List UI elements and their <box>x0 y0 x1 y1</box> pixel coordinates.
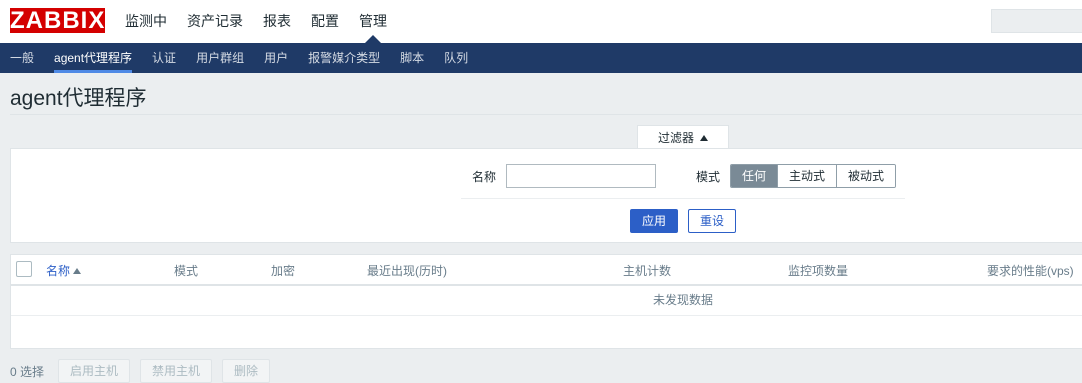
mode-label: 模式 <box>696 170 721 184</box>
mode-option-passive[interactable]: 被动式 <box>836 165 896 187</box>
main-nav-inventory[interactable]: 资产记录 <box>177 0 253 43</box>
main-nav-configuration[interactable]: 配置 <box>301 0 349 43</box>
filter-divider <box>461 198 905 199</box>
disable-hosts-button[interactable]: 禁用主机 <box>140 359 213 383</box>
collapse-up-icon <box>700 135 708 141</box>
column-header-item-count: 监控项数量 <box>788 264 849 278</box>
main-nav-monitoring[interactable]: 监测中 <box>115 0 177 43</box>
sub-nav-queue[interactable]: 队列 <box>434 43 478 73</box>
sub-nav-proxies[interactable]: agent代理程序 <box>44 43 142 73</box>
sub-nav-general[interactable]: 一般 <box>0 43 44 73</box>
active-caret-icon <box>365 35 381 43</box>
mode-selector: 任何 主动式 被动式 <box>730 164 897 188</box>
sub-nav-authentication[interactable]: 认证 <box>142 43 186 73</box>
sub-nav-media-types[interactable]: 报警媒介类型 <box>298 43 390 73</box>
main-nav-label: 资产记录 <box>187 13 243 29</box>
main-nav-administration[interactable]: 管理 <box>349 0 397 43</box>
main-nav-label: 管理 <box>359 13 387 29</box>
main-nav-label: 报表 <box>263 13 291 29</box>
column-header-host-count: 主机计数 <box>623 264 672 278</box>
row-divider <box>11 315 1082 316</box>
select-all-checkbox[interactable] <box>16 261 32 277</box>
no-data-message: 未发现数据 <box>652 293 713 307</box>
page-title: agent代理程序 <box>10 87 147 110</box>
sub-nav-scripts[interactable]: 脚本 <box>390 43 434 73</box>
mode-option-active[interactable]: 主动式 <box>777 165 837 187</box>
column-header-encryption: 加密 <box>271 264 296 278</box>
reset-button[interactable]: 重设 <box>688 209 736 233</box>
column-header-required-performance: 要求的性能(vps) <box>987 264 1074 278</box>
name-label: 名称 <box>472 170 497 184</box>
sort-asc-icon <box>73 268 82 274</box>
enable-hosts-button[interactable]: 启用主机 <box>58 359 131 383</box>
main-nav-label: 配置 <box>311 13 339 29</box>
title-divider <box>10 114 1082 115</box>
column-header-label: 名称 <box>46 264 71 278</box>
filter-tab-label: 过滤器 <box>657 131 694 145</box>
column-header-mode: 模式 <box>174 264 199 278</box>
apply-button[interactable]: 应用 <box>630 209 678 233</box>
column-header-last-seen[interactable]: 最近出现(历时) <box>367 262 447 279</box>
main-nav-label: 监测中 <box>125 13 167 29</box>
main-nav: 监测中 资产记录 报表 配置 管理 <box>115 0 397 43</box>
filter-panel <box>10 148 1082 243</box>
main-nav-reports[interactable]: 报表 <box>253 0 301 43</box>
filter-tab[interactable]: 过滤器 <box>637 125 729 149</box>
top-bar: ZABBIX 监测中 资产记录 报表 配置 管理 <box>0 0 1082 43</box>
sub-nav-user-groups[interactable]: 用户群组 <box>186 43 254 73</box>
search-input[interactable] <box>991 9 1082 33</box>
name-input[interactable] <box>506 164 656 188</box>
zabbix-logo[interactable]: ZABBIX <box>10 8 105 33</box>
mode-option-any[interactable]: 任何 <box>731 165 778 187</box>
sub-nav-users[interactable]: 用户 <box>254 43 298 73</box>
column-header-name[interactable]: 名称 <box>46 262 82 279</box>
sub-nav: 一般 agent代理程序 认证 用户群组 用户 报警媒介类型 脚本 队列 <box>0 43 1082 73</box>
delete-button[interactable]: 删除 <box>222 359 271 383</box>
